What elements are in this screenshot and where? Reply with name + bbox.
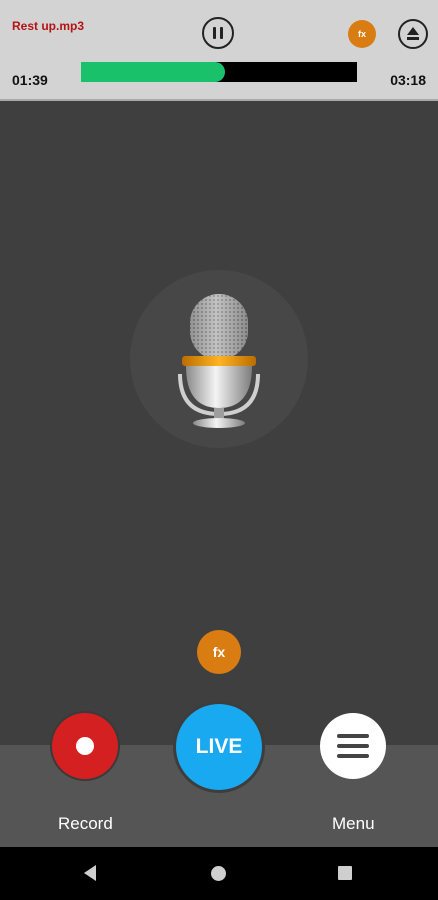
eject-button[interactable] [398,19,428,49]
eject-icon-bar [407,37,419,40]
pause-icon-bar [220,27,223,39]
live-button[interactable]: LIVE [176,704,262,790]
menu-icon [337,734,369,738]
track-title: Rest up.mp3 [12,19,85,33]
menu-icon-line [337,754,369,758]
record-label: Record [58,814,113,833]
progress-bar[interactable] [81,62,357,82]
total-duration: 03:18 [390,72,426,88]
menu-button[interactable] [320,713,386,779]
menu-label: Menu [332,814,375,833]
progress-fill [81,62,225,82]
system-nav-bar [0,847,438,900]
elapsed-time: 01:39 [12,72,48,88]
home-icon[interactable] [211,866,226,881]
record-button[interactable] [52,713,118,779]
fx-button-small[interactable]: fx [348,20,376,48]
pause-icon-bar [213,27,216,39]
eject-icon [407,27,419,35]
menu-icon-line [337,744,369,748]
player-bar: Rest up.mp3 fx 01:39 03:18 [0,0,438,101]
record-icon [76,737,94,755]
recent-apps-icon[interactable] [338,866,352,880]
back-icon[interactable] [84,865,96,881]
microphone-icon [178,294,260,428]
fx-button[interactable]: fx [197,630,241,674]
pause-button[interactable] [202,17,234,49]
